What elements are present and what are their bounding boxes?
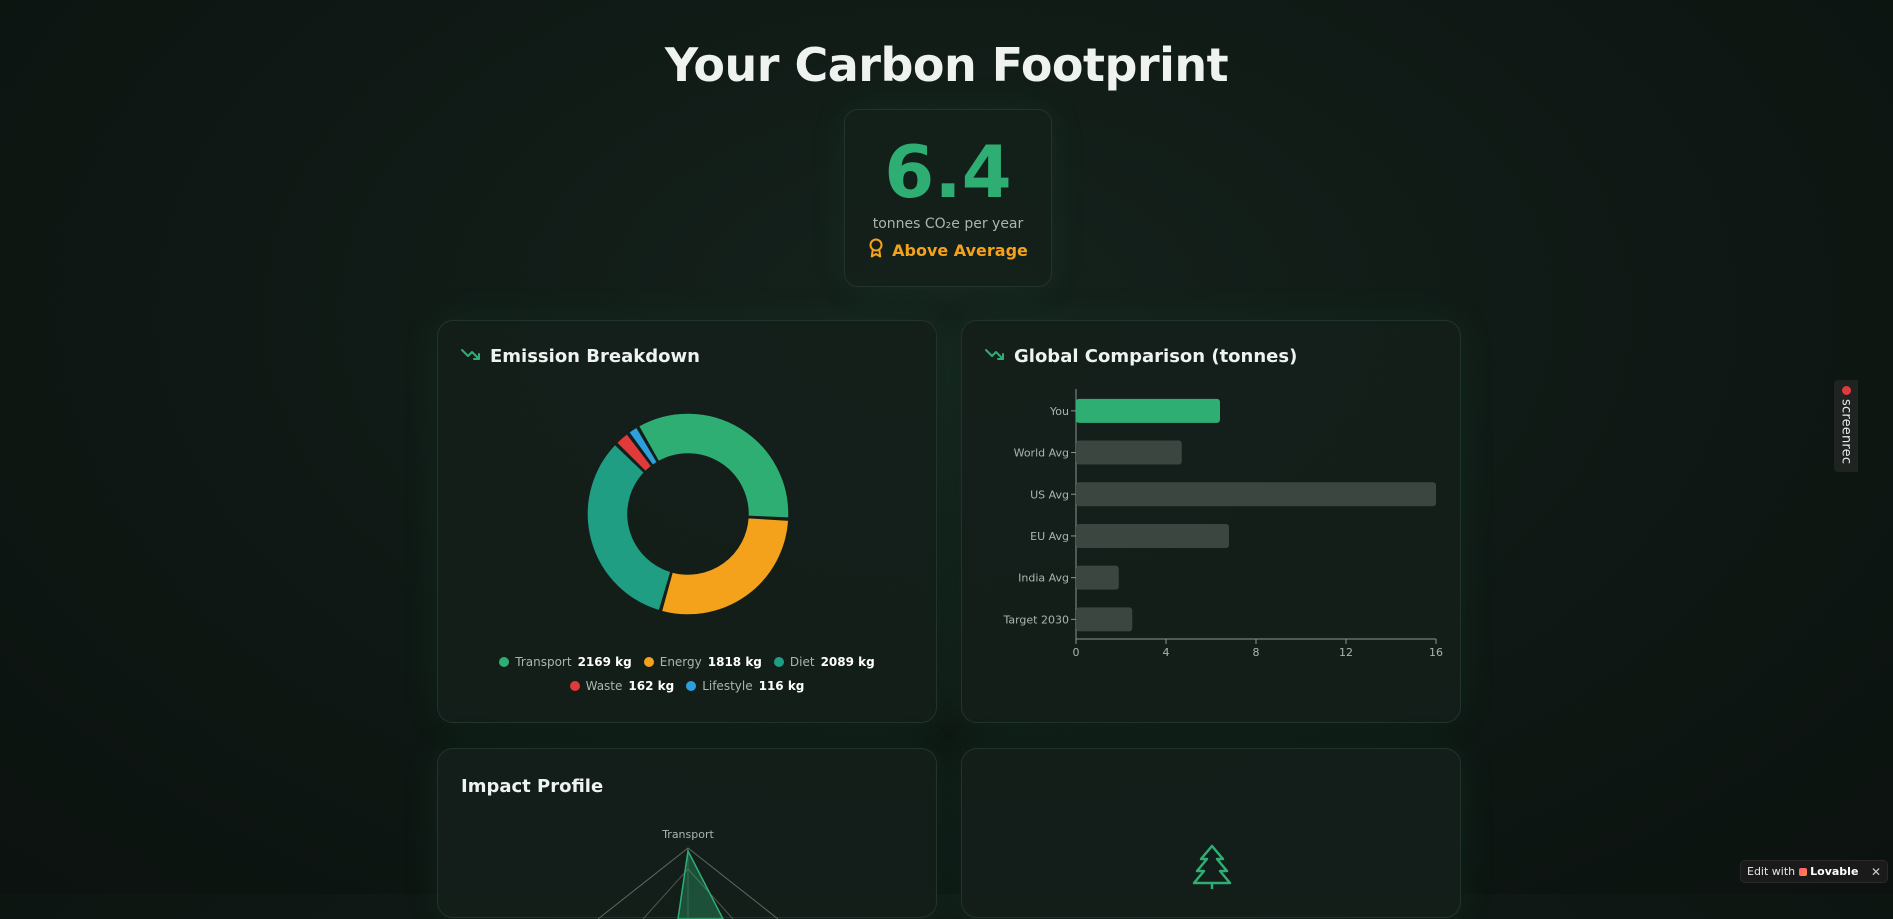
page-title: Your Carbon Footprint (664, 38, 1229, 92)
award-icon (868, 238, 884, 262)
y-tick-label: India Avg (1018, 572, 1069, 585)
lovable-prefix: Edit with (1747, 865, 1796, 878)
legend-item-waste[interactable]: Waste 162 kg (569, 679, 675, 693)
score-value: 6.4 (884, 130, 1012, 214)
legend-item-diet[interactable]: Diet 2089 kg (773, 655, 875, 669)
donut-slice-energy[interactable] (660, 516, 790, 616)
legend-label: Transport (515, 655, 572, 669)
legend-dot (569, 681, 580, 691)
bar-target-2030[interactable] (1076, 607, 1133, 632)
close-icon[interactable]: ✕ (1871, 865, 1881, 879)
legend-value: 162 kg (628, 679, 675, 693)
y-tick-label: Target 2030 (1002, 613, 1069, 626)
bar-world-avg[interactable] (1076, 440, 1182, 465)
legend-item-lifestyle[interactable]: Lifestyle 116 kg (686, 679, 804, 693)
rating-label: Above Average (892, 240, 1028, 260)
x-tick-label: 8 (1253, 646, 1260, 659)
tree-card (961, 748, 1461, 918)
x-tick-label: 0 (1073, 646, 1080, 659)
legend-value: 116 kg (758, 679, 805, 693)
global-comparison-card: Global Comparison (tonnes) You World Avg U… (961, 320, 1461, 723)
donut-slice-diet[interactable] (586, 443, 672, 612)
y-tick-label: US Avg (1030, 488, 1069, 501)
lovable-brand-text: Lovable (1810, 865, 1859, 878)
bar-chart: You World Avg US Avg EU Avg India Avg Target … (1002, 389, 1443, 659)
legend-dot (499, 657, 510, 667)
record-icon (1841, 386, 1851, 395)
impact-profile-card: Impact Profile Transport (437, 748, 937, 919)
radar-area (677, 848, 724, 919)
bar-eu-avg[interactable] (1076, 523, 1229, 548)
legend-dot (686, 681, 697, 691)
bar-us-avg[interactable] (1076, 482, 1436, 507)
legend-value: 2089 kg (820, 655, 875, 669)
x-tick-label: 12 (1339, 646, 1353, 659)
legend-label: Lifestyle (702, 679, 753, 693)
y-tick-label: EU Avg (1030, 530, 1069, 543)
legend-label: Diet (789, 655, 815, 669)
donut-slice-transport[interactable] (637, 412, 790, 519)
y-tick-label: You (1049, 405, 1069, 418)
legend-label: Energy (659, 655, 702, 669)
score-unit: tonnes CO₂e per year (872, 216, 1024, 232)
tree-icon (1190, 843, 1234, 893)
legend-item-energy[interactable]: Energy 1818 kg (643, 655, 762, 669)
legend-value: 1818 kg (707, 655, 762, 669)
lovable-logo-icon (1799, 867, 1808, 876)
edit-with-lovable-badge[interactable]: Edit with Lovable ✕ (1740, 860, 1888, 883)
legend-dot (643, 657, 654, 667)
radar-axis-label: Transport (661, 828, 714, 841)
legend-label: Waste (585, 679, 623, 693)
score-card: 6.4 tonnes CO₂e per year Above Average (844, 109, 1052, 287)
legend-item-transport[interactable]: Transport 2169 kg (499, 655, 632, 669)
y-tick-label: World Avg (1014, 447, 1069, 460)
donut-chart (586, 412, 790, 616)
legend-value: 2169 kg (577, 655, 632, 669)
screenrec-label: screenrec (1838, 399, 1854, 465)
x-tick-label: 4 (1163, 646, 1170, 659)
emission-breakdown-card: Emission Breakdown Transport 2169 kg Energ… (437, 320, 937, 723)
bar-india-avg[interactable] (1076, 565, 1119, 590)
score-rating: Above Average (845, 238, 1051, 262)
legend-dot (773, 657, 784, 667)
screenrec-widget[interactable]: screenrec (1834, 380, 1858, 472)
chart-legend: Transport 2169 kg Energy 1818 kg Diet 2089 kg… (458, 655, 916, 693)
bar-you[interactable] (1076, 398, 1220, 423)
x-tick-label: 16 (1429, 646, 1443, 659)
lovable-brand: Lovable (1799, 865, 1858, 878)
